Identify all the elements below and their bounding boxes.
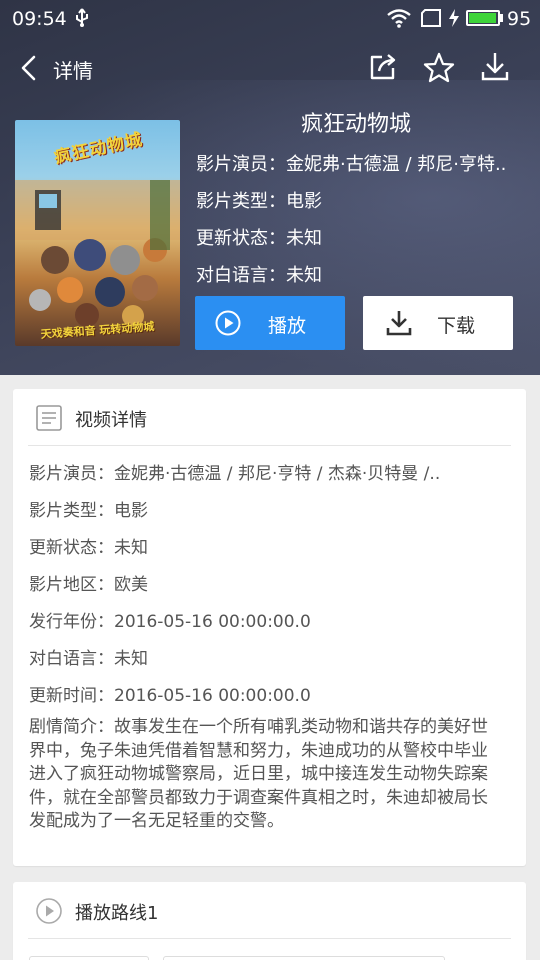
- header-info-status: 更新状态：未知: [196, 228, 322, 249]
- detail-status: 更新状态：未知: [29, 538, 148, 558]
- app-bar: 详情: [0, 44, 540, 92]
- download-button[interactable]: 下载: [363, 296, 513, 350]
- video-details-title: 视频详情: [75, 410, 147, 431]
- battery-percent: 95: [507, 8, 532, 30]
- usb-icon: [74, 8, 90, 33]
- header-info-actors: 影片演员：金妮弗·古德温 / 邦尼·亨特..: [196, 154, 507, 175]
- play-circle-icon: [35, 897, 63, 925]
- status-bar: 09:54 95: [0, 0, 540, 36]
- play-button-label: 播放: [268, 315, 307, 337]
- video-details-card: 视频详情 影片演员：金妮弗·古德温 / 邦尼·亨特 / 杰森·贝特曼 /.. 影…: [13, 389, 526, 866]
- detail-release-year: 发行年份：2016-05-16 00:00:00.0: [29, 612, 311, 632]
- movie-poster[interactable]: 疯狂动物城 天戏奏和音 玩转动物城: [15, 120, 180, 346]
- divider: [28, 445, 511, 446]
- document-icon: [35, 404, 63, 432]
- chevron-left-icon[interactable]: [14, 52, 46, 84]
- play-route-card: 播放路线1: [13, 882, 526, 960]
- share-icon[interactable]: [366, 50, 400, 84]
- page-title: 详情: [53, 59, 93, 83]
- movie-header: 09:54 95 详情 疯狂动物城 天戏奏和音 玩转动物城 疯狂动物城 影片演员…: [0, 0, 540, 375]
- detail-actors: 影片演员：金妮弗·古德温 / 邦尼·亨特 / 杰森·贝特曼 /..: [29, 464, 441, 484]
- play-circle-icon: [215, 310, 241, 336]
- detail-type: 影片类型：电影: [29, 501, 148, 521]
- detail-update-time: 更新时间：2016-05-16 00:00:00.0: [29, 686, 311, 706]
- header-info-type: 影片类型：电影: [196, 191, 322, 212]
- episode-button[interactable]: [163, 956, 445, 960]
- battery-level: [469, 13, 496, 23]
- download-icon: [385, 309, 413, 337]
- wifi-icon: [386, 8, 412, 33]
- play-button[interactable]: 播放: [195, 296, 345, 350]
- detail-synopsis: 剧情简介：故事发生在一个所有哺乳类动物和谐共存的美好世界中，兔子朱迪凭借着智慧和…: [29, 717, 488, 831]
- status-time: 09:54: [12, 8, 67, 30]
- header-info-language: 对白语言：未知: [196, 265, 322, 286]
- star-icon[interactable]: [421, 50, 457, 86]
- download-icon[interactable]: [477, 48, 513, 84]
- charging-icon: [447, 8, 461, 33]
- movie-title: 疯狂动物城: [300, 112, 411, 137]
- battery-cap: [500, 14, 503, 22]
- download-button-label: 下载: [437, 315, 476, 337]
- battery-icon: [466, 10, 500, 26]
- detail-language: 对白语言：未知: [29, 649, 148, 669]
- episode-button[interactable]: [29, 956, 149, 960]
- divider: [28, 938, 511, 939]
- play-route-title: 播放路线1: [75, 903, 159, 924]
- detail-region: 影片地区：欧美: [29, 575, 148, 595]
- sim-card-icon: [420, 9, 442, 32]
